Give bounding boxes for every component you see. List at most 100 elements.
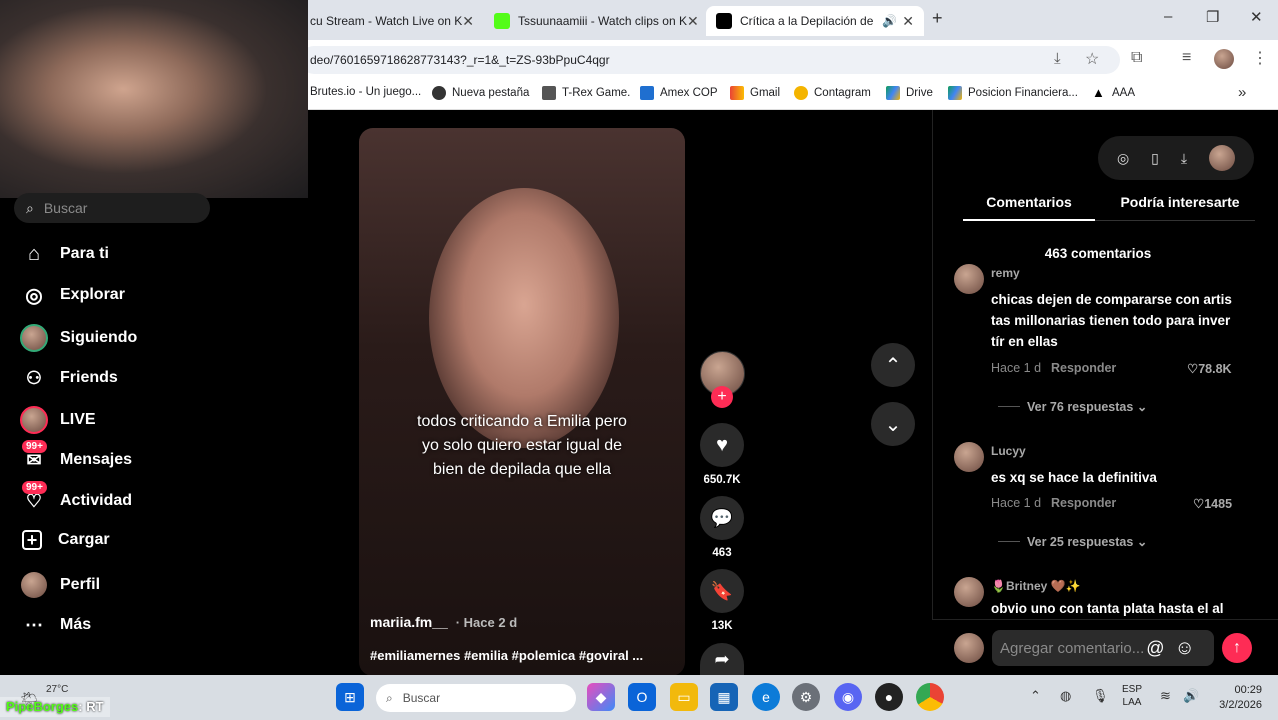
media-control-icon[interactable]: ≡ xyxy=(1182,49,1191,67)
file-explorer-icon[interactable]: ▭ xyxy=(670,683,698,711)
wifi-icon[interactable]: ≋ xyxy=(1160,688,1171,704)
search-input[interactable]: ⌕ Buscar xyxy=(14,193,210,223)
chrome-icon[interactable] xyxy=(916,683,944,711)
extensions-icon[interactable]: ⧉ xyxy=(1131,49,1142,67)
comment-like-button[interactable]: ♡1485 xyxy=(1193,496,1232,511)
bookmark-aaa[interactable]: ▲ AAA xyxy=(1092,86,1135,100)
video-author[interactable]: mariia.fm__ xyxy=(370,614,448,630)
install-app-icon[interactable]: ⤓ xyxy=(1054,50,1061,67)
triangle-logo-icon: ▲ xyxy=(1092,85,1105,100)
speaker-icon[interactable]: 🔊 xyxy=(882,14,897,28)
search-icon: ⌕ xyxy=(26,199,34,216)
view-replies-button[interactable]: Ver 25 respuestas ⌄ xyxy=(1027,534,1147,549)
previous-video-button[interactable]: ⌃ xyxy=(871,343,915,387)
sidebar-item-mas[interactable]: ⋯ Más xyxy=(22,613,91,637)
language-indicator[interactable]: ESP LAA xyxy=(1122,683,1142,709)
store-icon[interactable]: ▦ xyxy=(710,683,738,711)
discord-icon[interactable]: ◉ xyxy=(834,683,862,711)
download-icon[interactable]: ⤓ xyxy=(1181,150,1187,167)
dino-icon xyxy=(542,86,556,100)
profile-avatar[interactable] xyxy=(1214,49,1234,69)
sidebar-item-live[interactable]: LIVE xyxy=(20,406,96,434)
emoji-icon[interactable]: ☺ xyxy=(1175,637,1195,660)
bookmark-gmail[interactable]: Gmail xyxy=(730,86,780,100)
comment-username[interactable]: Lucyy xyxy=(991,444,1026,458)
comment-avatar[interactable] xyxy=(954,264,984,294)
tab-kick-stream[interactable]: cu Stream - Watch Live on K ✕ xyxy=(300,6,478,36)
video-player[interactable]: todos criticando a Emilia pero yo solo q… xyxy=(359,128,685,676)
bookmark-label: Amex COP xyxy=(660,87,718,99)
next-video-button[interactable]: ⌄ xyxy=(871,402,915,446)
sidebar-item-perfil[interactable]: Perfil xyxy=(21,572,100,598)
close-tab-icon[interactable]: ✕ xyxy=(902,13,914,30)
chevron-down-icon: ⌄ xyxy=(884,413,902,436)
video-hashtags[interactable]: #emiliamernes #emilia #polemica #goviral… xyxy=(370,648,643,663)
bookmark-contagram[interactable]: Contagram xyxy=(794,86,871,100)
sidebar-item-cargar[interactable]: + Cargar xyxy=(22,530,110,550)
menu-icon[interactable]: ⋮ xyxy=(1252,48,1268,68)
comment-like-button[interactable]: ♡78.8K xyxy=(1187,361,1232,376)
post-comment-button[interactable]: ↑ xyxy=(1222,633,1252,663)
maximize-button[interactable]: ❐ xyxy=(1206,8,1219,26)
close-tab-icon[interactable]: ✕ xyxy=(687,13,699,30)
tab-comentarios[interactable]: Comentarios xyxy=(963,194,1095,210)
friends-icon: ⚇ xyxy=(25,367,43,388)
microphone-icon[interactable]: 🎙 xyxy=(1092,688,1109,704)
copilot-icon[interactable]: ◆ xyxy=(587,683,615,711)
bookmark-posicion[interactable]: Posicion Financiera... xyxy=(948,86,1078,100)
bookmark-amex[interactable]: Amex COP xyxy=(640,86,718,100)
minimize-button[interactable]: – xyxy=(1164,8,1172,25)
tab-kick-clips[interactable]: Tssuunaamiii - Watch clips on K ✕ xyxy=(484,6,702,36)
sidebar-item-label: Siguiendo xyxy=(60,329,138,346)
comment-avatar[interactable] xyxy=(954,577,984,607)
tab-tiktok[interactable]: Crítica a la Depilación de En 🔊 ✕ xyxy=(706,6,924,36)
compass-icon[interactable]: ◎ xyxy=(1117,150,1129,167)
bookmark-label: Posicion Financiera... xyxy=(968,87,1078,99)
windows-start-icon[interactable]: ⊞ xyxy=(336,683,364,711)
obs-icon[interactable]: ● xyxy=(875,683,903,711)
new-tab-button[interactable]: + xyxy=(932,8,943,29)
comment-button[interactable]: 💬 xyxy=(700,496,744,540)
comment-username[interactable]: remy xyxy=(991,266,1020,280)
sidebar-item-mensajes[interactable]: ✉ 99+ Mensajes xyxy=(22,440,132,472)
mention-icon[interactable]: @ xyxy=(1146,638,1164,659)
taskbar-search[interactable]: ⌕ Buscar xyxy=(376,684,576,712)
inbox-icon: ✉ 99+ xyxy=(22,440,47,472)
bookmark-drive[interactable]: Drive xyxy=(886,86,933,100)
bookmark-trex[interactable]: T-Rex Game. xyxy=(542,86,630,100)
close-tab-icon[interactable]: ✕ xyxy=(462,13,474,30)
bookmark-brutes[interactable]: Brutes.io - Un juego... xyxy=(310,86,421,98)
comment-username[interactable]: 🌷Britney 🤎✨ xyxy=(991,579,1081,593)
reply-button[interactable]: Responder xyxy=(1051,361,1116,375)
tray-chevron-up-icon[interactable]: ⌃ xyxy=(1030,688,1041,704)
bookmark-new-tab[interactable]: Nueva pestaña xyxy=(432,86,529,100)
comment-input[interactable]: Agregar comentario... @ ☺ xyxy=(992,630,1214,666)
sidebar-item-para-ti[interactable]: ⌂ Para ti xyxy=(22,242,109,266)
reply-button[interactable]: Responder xyxy=(1051,496,1116,510)
volume-icon[interactable]: 🔊 xyxy=(1183,688,1199,704)
view-replies-button[interactable]: Ver 76 respuestas ⌄ xyxy=(1027,399,1147,414)
sidebar-item-friends[interactable]: ⚇ Friends xyxy=(22,366,118,390)
outlook-icon[interactable]: O xyxy=(628,683,656,711)
user-avatar[interactable] xyxy=(1208,145,1235,171)
follow-plus-button[interactable]: + xyxy=(711,386,733,408)
sidebar-item-actividad[interactable]: ♡ 99+ Actividad xyxy=(22,481,132,513)
sidebar-item-explorar[interactable]: ◎ Explorar xyxy=(22,283,125,307)
settings-gear-icon[interactable]: ⚙ xyxy=(792,683,820,711)
save-button[interactable]: 🔖 xyxy=(700,569,744,613)
like-count: 650.7K xyxy=(703,474,741,486)
address-bar[interactable]: deo/7601659718628773143?_r=1&_t=ZS-93bPp… xyxy=(300,46,1120,74)
phone-icon[interactable]: ▯ xyxy=(1151,150,1159,167)
like-button[interactable]: ♥ xyxy=(700,423,744,467)
bookmark-star-icon[interactable]: ☆ xyxy=(1085,49,1099,69)
comment-avatar[interactable] xyxy=(954,442,984,472)
edge-icon[interactable]: e xyxy=(752,683,780,711)
system-clock[interactable]: 00:29 3/2/2026 xyxy=(1212,683,1262,713)
close-window-button[interactable]: ✕ xyxy=(1250,8,1263,26)
tab-podria-interesarte[interactable]: Podría interesarte xyxy=(1106,194,1254,210)
following-avatar-icon xyxy=(20,324,48,352)
video-time: · Hace 2 d xyxy=(455,615,518,630)
network-status-icon[interactable]: ◍ xyxy=(1060,688,1071,704)
more-bookmarks-icon[interactable]: » xyxy=(1238,84,1246,101)
sidebar-item-siguiendo[interactable]: Siguiendo xyxy=(20,324,137,352)
